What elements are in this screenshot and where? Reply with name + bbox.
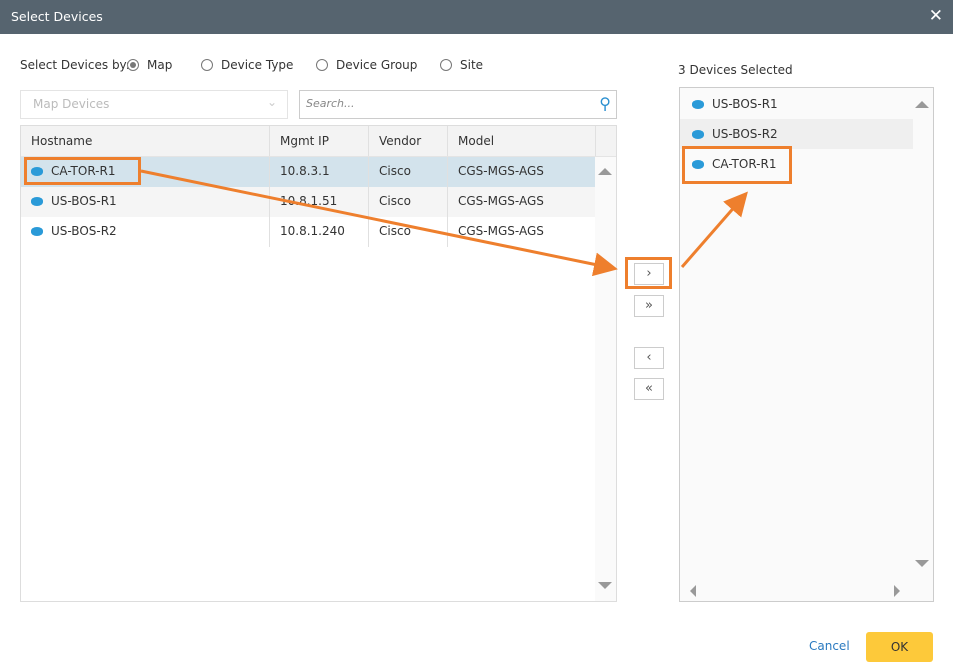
scroll-left-icon[interactable]: [690, 585, 696, 597]
cell-vendor: Cisco: [369, 157, 448, 187]
close-icon[interactable]: ✕: [929, 6, 943, 26]
select-by-label: Select Devices by:: [20, 58, 130, 72]
cell-mgmt-ip: 10.8.3.1: [270, 157, 369, 187]
router-icon: [31, 197, 43, 206]
add-all-button[interactable]: »: [634, 295, 664, 317]
cell-mgmt-ip: 10.8.1.240: [270, 217, 369, 247]
dropdown-value: Map Devices: [33, 97, 110, 111]
search-input[interactable]: Search... ⚲: [299, 90, 617, 119]
scroll-down-icon[interactable]: [598, 582, 612, 589]
map-devices-dropdown[interactable]: Map Devices ⌄: [20, 90, 288, 119]
highlight-source-row: [24, 157, 141, 185]
search-icon[interactable]: ⚲: [599, 94, 611, 113]
selected-device-item[interactable]: US-BOS-R1: [680, 89, 913, 119]
cell-hostname: US-BOS-R1: [21, 187, 270, 217]
router-icon: [31, 227, 43, 236]
selected-count: 3 Devices Selected: [678, 63, 793, 77]
column-mgmt-ip[interactable]: Mgmt IP: [270, 126, 369, 156]
cell-model: CGS-MGS-AGS: [448, 187, 596, 217]
ok-button[interactable]: OK: [866, 632, 933, 662]
search-placeholder: Search...: [306, 97, 355, 110]
column-vendor[interactable]: Vendor: [369, 126, 448, 156]
cell-model: CGS-MGS-AGS: [448, 157, 596, 187]
table-header: Hostname Mgmt IP Vendor Model: [21, 126, 616, 157]
cell-vendor: Cisco: [369, 217, 448, 247]
dialog-titlebar: Select Devices ✕: [0, 0, 953, 34]
radio-site[interactable]: Site: [440, 58, 483, 72]
cell-mgmt-ip: 10.8.1.51: [270, 187, 369, 217]
highlight-target-item: [682, 146, 792, 184]
router-icon: [692, 130, 704, 139]
scroll-up-icon[interactable]: [915, 101, 929, 108]
router-icon: [692, 100, 704, 109]
cell-hostname: US-BOS-R2: [21, 217, 270, 247]
scroll-right-icon[interactable]: [894, 585, 900, 597]
cell-vendor: Cisco: [369, 187, 448, 217]
table-row[interactable]: US-BOS-R2 10.8.1.240 Cisco CGS-MGS-AGS: [21, 217, 596, 247]
cancel-button[interactable]: Cancel: [809, 639, 850, 653]
radio-map[interactable]: Map: [127, 58, 172, 72]
devices-table: Hostname Mgmt IP Vendor Model CA-TOR-R1 1…: [20, 125, 617, 602]
remove-all-button[interactable]: «: [634, 378, 664, 400]
chevron-down-icon: ⌄: [266, 95, 277, 109]
remove-selected-button[interactable]: ‹: [634, 347, 664, 369]
cell-model: CGS-MGS-AGS: [448, 217, 596, 247]
scroll-up-icon[interactable]: [598, 168, 612, 175]
radio-device-type[interactable]: Device Type: [201, 58, 293, 72]
column-hostname[interactable]: Hostname: [21, 126, 270, 156]
dialog-title: Select Devices: [11, 9, 103, 24]
selected-device-item[interactable]: US-BOS-R2: [680, 119, 913, 149]
scroll-down-icon[interactable]: [915, 560, 929, 567]
table-scrollbar[interactable]: [595, 157, 616, 601]
radio-device-group[interactable]: Device Group: [316, 58, 417, 72]
highlight-add-button: [625, 257, 672, 289]
column-model[interactable]: Model: [448, 126, 596, 156]
table-row[interactable]: US-BOS-R1 10.8.1.51 Cisco CGS-MGS-AGS: [21, 187, 596, 217]
